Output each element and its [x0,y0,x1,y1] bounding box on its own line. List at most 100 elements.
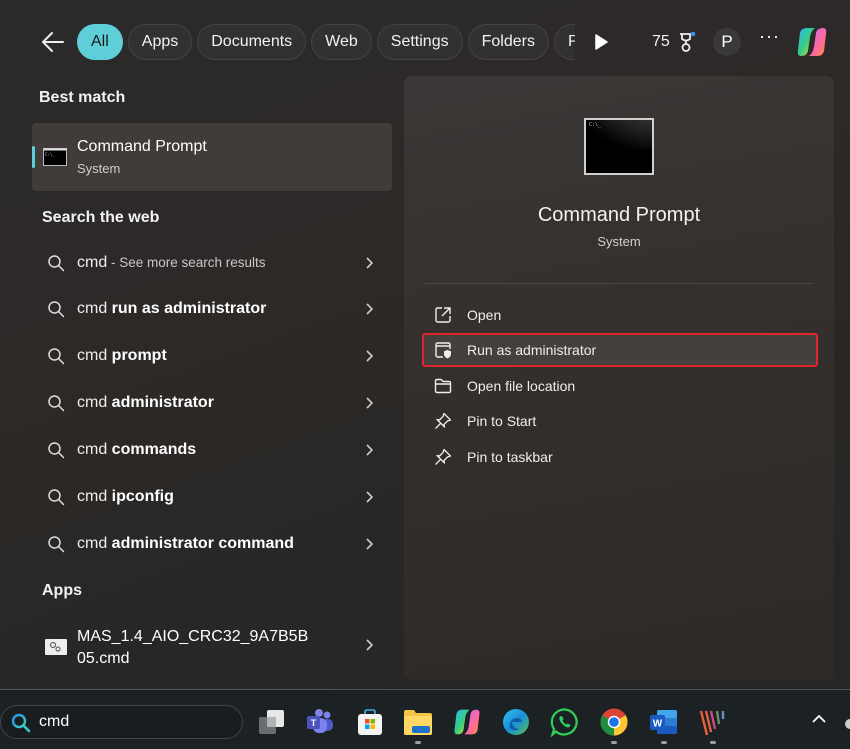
preview-subtitle: System [597,234,641,249]
profile-avatar[interactable]: P [713,28,741,56]
app-result-mas-cmd[interactable]: MAS_1.4_AIO_CRC32_9A7B5B05.cmd [40,622,385,670]
command-prompt-icon: C:\_ [43,148,67,166]
query-suggestion: administrator command [111,535,294,552]
chip-folders[interactable]: Folders [467,24,549,60]
open-external-icon [435,307,451,323]
search-icon [48,536,65,553]
svg-text:T: T [311,718,317,728]
shield-admin-icon [435,342,451,359]
query-prefix: cmd [77,300,112,317]
query-suggestion: ipconfig [111,488,174,505]
taskbar-word[interactable]: W [649,707,679,737]
query-suggestion: commands [111,441,197,458]
taskbar-file-explorer[interactable] [403,707,433,737]
copilot-icon [454,709,480,735]
query-suggestion: run as administrator [111,300,267,317]
taskbar-copilot[interactable] [452,707,482,737]
filter-bar: All Apps Documents Web Settings Folders … [0,24,850,60]
taskbar-whatsapp[interactable] [550,707,580,738]
query-suggestion: administrator [111,394,214,411]
web-result-text: cmd administrator command [77,535,294,553]
back-button[interactable] [40,30,66,54]
more-options-button[interactable]: ··· [759,26,780,47]
chip-web[interactable]: Web [311,24,372,60]
taskbar-microsoft-store[interactable] [355,707,385,737]
query-prefix: cmd [77,394,112,411]
stripes-app-icon [699,710,725,736]
search-icon [48,301,65,318]
taskbar-teams[interactable]: T [305,707,335,737]
web-result-item[interactable]: cmd run as administrator [40,290,385,330]
action-open-file-location[interactable]: Open file location [422,369,818,403]
pin-icon [435,448,452,465]
copilot-icon [797,28,827,56]
scroll-chips-button[interactable] [594,34,608,50]
action-pin-to-taskbar[interactable]: Pin to taskbar [422,440,818,474]
tray-icon[interactable] [845,719,850,729]
search-icon [48,489,65,506]
chip-all[interactable]: All [77,24,123,60]
web-result-item[interactable]: cmd commands [40,431,385,471]
web-result-item[interactable]: cmd ipconfig [40,478,385,518]
rewards-count: 75 [652,33,670,50]
apps-heading: Apps [42,582,82,599]
folder-app-icon [404,710,432,735]
folder-icon [434,378,452,394]
web-result-text: cmd - See more search results [77,254,266,272]
chip-apps[interactable]: Apps [127,24,193,60]
web-result-text: cmd run as administrator [77,300,266,318]
chip-documents[interactable]: Documents [197,24,307,60]
taskbar-chrome[interactable] [599,707,629,737]
action-pin-to-start[interactable]: Pin to Start [422,404,818,438]
word-icon: W [650,710,677,734]
query-suggestion: prompt [111,347,167,364]
action-label: Run as administrator [467,342,597,358]
running-indicator [415,741,421,744]
app-result-name: MAS_1.4_AIO_CRC32_9A7B5B05.cmd [77,628,309,667]
running-indicator [710,741,716,744]
search-web-heading: Search the web [42,209,160,226]
best-match-command-prompt[interactable]: C:\_ Command Prompt System [32,123,392,191]
teams-icon: T [307,709,333,733]
preview-pane: C:\_ Command Prompt System Open Run as a… [404,76,834,680]
chip-photos[interactable]: Pho [553,24,575,60]
search-icon [48,395,65,412]
rewards-points[interactable]: 75 [652,31,698,53]
chrome-icon [600,708,628,736]
svg-text:C:\_: C:\_ [45,152,55,157]
chip-settings[interactable]: Settings [376,24,463,60]
svg-text:W: W [653,719,663,730]
chevron-right-icon [366,491,373,503]
taskbar-search-box[interactable] [0,705,243,739]
query-prefix: cmd [77,254,108,271]
web-result-item[interactable]: cmd - See more search results [40,244,385,284]
query-prefix: cmd [77,441,112,458]
taskbar-task-view[interactable] [257,707,287,737]
action-open[interactable]: Open [422,298,818,332]
running-indicator [661,741,667,744]
taskbar: T [0,690,850,749]
web-result-item[interactable]: cmd administrator command [40,525,385,565]
taskbar-stripes-app[interactable] [698,707,728,737]
web-result-item[interactable]: cmd prompt [40,337,385,377]
taskbar-edge[interactable] [501,707,531,737]
query-prefix: cmd [77,347,112,364]
action-run-as-administrator[interactable]: Run as administrator [422,333,818,367]
web-result-item[interactable]: cmd administrator [40,384,385,424]
batch-file-icon [45,639,67,655]
chevron-right-icon [366,350,373,362]
query-suffix: - See more search results [107,255,266,270]
copilot-button[interactable] [795,25,829,59]
divider [424,283,814,284]
store-icon [358,709,382,735]
running-indicator [611,741,617,744]
action-label: Open file location [467,378,576,394]
search-icon [11,713,31,733]
chevron-right-icon [366,303,373,315]
task-view-icon [259,710,284,734]
play-icon [595,34,608,50]
chevron-up-icon[interactable] [812,714,826,724]
trophy-icon [679,31,696,52]
taskbar-search-input[interactable] [39,711,229,733]
search-icon [48,255,65,272]
